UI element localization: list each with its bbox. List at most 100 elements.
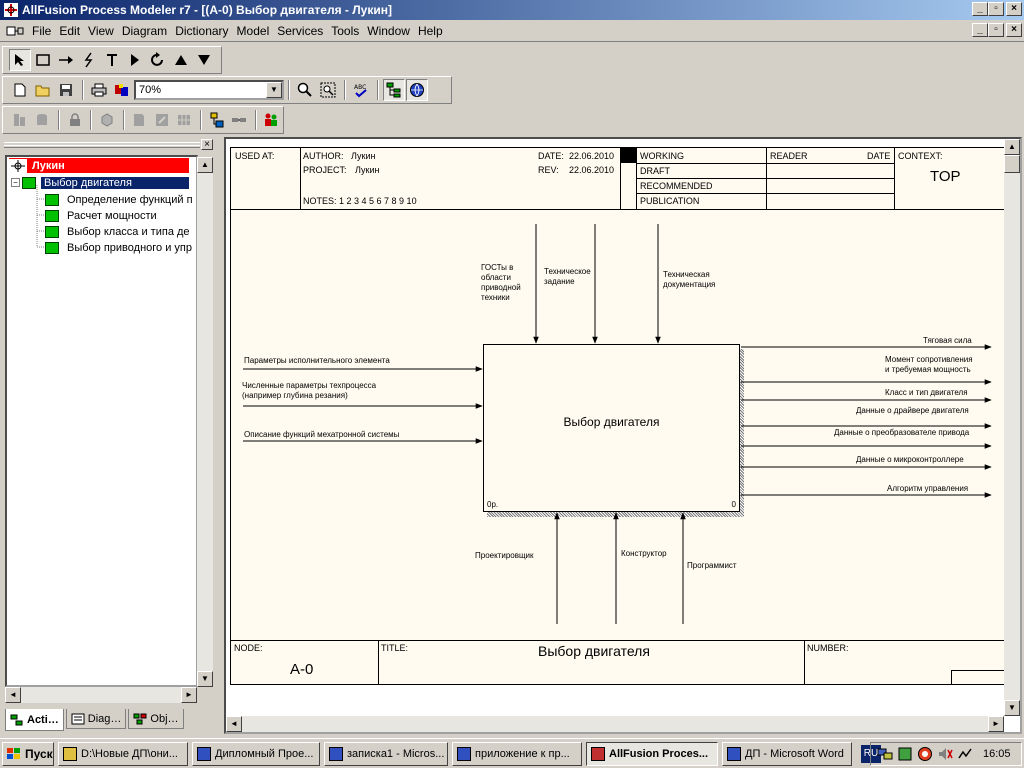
- input-label[interactable]: Численные параметры техпроцесса (наприме…: [242, 381, 376, 401]
- scroll-left-button[interactable]: ◄: [226, 716, 242, 732]
- output-label[interactable]: Момент сопротивления и требуемая мощност…: [885, 355, 973, 375]
- tree-item-child[interactable]: Выбор приводного и упр: [45, 240, 195, 255]
- menu-dictionary[interactable]: Dictionary: [171, 24, 232, 38]
- output-label[interactable]: Класс и тип двигателя: [885, 388, 968, 398]
- link-button[interactable]: [228, 109, 249, 131]
- taskbar-task[interactable]: AllFusion Proces...: [586, 742, 718, 766]
- tree-item-child[interactable]: Определение функций п: [45, 192, 196, 207]
- history-button[interactable]: [151, 109, 172, 131]
- speaker-icon[interactable]: [957, 746, 973, 762]
- taskbar-task[interactable]: приложение к пр...: [452, 742, 582, 766]
- control-label[interactable]: ГОСТы в области приводной техники: [481, 263, 521, 303]
- menu-window[interactable]: Window: [363, 24, 414, 38]
- scroll-thumb[interactable]: [1004, 155, 1020, 173]
- scroll-up-button[interactable]: ▲: [1004, 139, 1020, 155]
- report-icon: [134, 114, 145, 126]
- go-down-button[interactable]: [193, 49, 215, 71]
- network-icon[interactable]: [877, 746, 893, 762]
- menu-model[interactable]: Model: [233, 24, 274, 38]
- mdi-minimize-button[interactable]: _: [972, 23, 988, 37]
- zoom-button[interactable]: [294, 79, 316, 101]
- close-button[interactable]: ×: [1006, 2, 1022, 16]
- mechanism-label[interactable]: Программист: [687, 561, 737, 571]
- mechanism-label[interactable]: Проектировщик: [475, 551, 534, 561]
- model-explorer-button[interactable]: [383, 79, 405, 101]
- squiggle-tool-button[interactable]: [78, 49, 100, 71]
- diagram-canvas[interactable]: USED AT: AUTHOR: Лукин PROJECT: Лукин DA…: [226, 139, 1004, 716]
- check-out-button[interactable]: [31, 109, 52, 131]
- undo-button[interactable]: [147, 49, 169, 71]
- input-label[interactable]: Описание функций мехатронной системы: [244, 430, 399, 440]
- output-label[interactable]: Тяговая сила: [923, 336, 972, 346]
- mdi-restore-button[interactable]: ▫: [988, 23, 1004, 37]
- scroll-down-button[interactable]: ▼: [197, 671, 213, 687]
- minimize-button[interactable]: _: [972, 2, 988, 16]
- menu-help[interactable]: Help: [414, 24, 447, 38]
- control-label[interactable]: Техническая документация: [663, 270, 715, 290]
- menu-diagram[interactable]: Diagram: [118, 24, 171, 38]
- tab-diagrams[interactable]: Diag…: [65, 709, 127, 729]
- check-in-button[interactable]: [9, 109, 30, 131]
- go-to-child-button[interactable]: [124, 49, 146, 71]
- model-mart-button[interactable]: [406, 79, 428, 101]
- tray-app-icon[interactable]: [897, 746, 913, 762]
- grid-button[interactable]: [173, 109, 194, 131]
- zoom-fit-button[interactable]: [317, 79, 339, 101]
- antivirus-icon[interactable]: [917, 746, 933, 762]
- output-label[interactable]: Данные о микроконтроллере: [856, 455, 964, 465]
- scroll-right-button[interactable]: ►: [988, 716, 1004, 732]
- activity-box-tool-button[interactable]: [32, 49, 54, 71]
- zoom-select[interactable]: 70% ▼: [134, 80, 284, 100]
- go-to-parent-button[interactable]: [170, 49, 192, 71]
- control-label[interactable]: Техническое задание: [544, 267, 591, 287]
- spell-check-icon: ABC: [354, 84, 367, 98]
- user-roles-button[interactable]: [261, 109, 282, 131]
- scroll-left-button[interactable]: ◄: [5, 687, 21, 703]
- layout-button[interactable]: [206, 109, 227, 131]
- volume-icon[interactable]: [937, 746, 953, 762]
- diagram-vertical-scrollbar[interactable]: ▲ ▼: [1004, 139, 1020, 716]
- menu-view[interactable]: View: [84, 24, 118, 38]
- menu-edit[interactable]: Edit: [55, 24, 84, 38]
- output-label[interactable]: Данные о драйвере двигателя: [856, 406, 969, 416]
- color-button[interactable]: [111, 79, 133, 101]
- chevron-down-icon[interactable]: ▼: [266, 82, 282, 98]
- taskbar-task[interactable]: ДП - Microsoft Word: [722, 742, 852, 766]
- spell-check-button[interactable]: ABC: [350, 79, 372, 101]
- tree-item-child[interactable]: Выбор класса и типа де: [45, 224, 193, 239]
- output-label[interactable]: Данные о преобразователе привода: [834, 428, 969, 438]
- tab-objects[interactable]: Obj…: [128, 709, 184, 729]
- save-button[interactable]: [55, 79, 77, 101]
- menu-tools[interactable]: Tools: [327, 24, 363, 38]
- menu-file[interactable]: File: [28, 24, 55, 38]
- print-button[interactable]: [88, 79, 110, 101]
- scroll-up-button[interactable]: ▲: [197, 157, 213, 173]
- open-button[interactable]: [32, 79, 54, 101]
- taskbar-task[interactable]: записка1 - Micros...: [324, 742, 448, 766]
- lock-button[interactable]: [64, 109, 85, 131]
- diagram-horizontal-scrollbar[interactable]: ◄ ►: [226, 716, 1004, 732]
- report-button[interactable]: [129, 109, 150, 131]
- start-button[interactable]: Пуск: [2, 742, 54, 766]
- arrow-tool-button[interactable]: [55, 49, 77, 71]
- input-label[interactable]: Параметры исполнительного элемента: [244, 356, 390, 366]
- output-label[interactable]: Алгоритм управления: [887, 484, 968, 494]
- clock[interactable]: 16:05: [983, 748, 1011, 760]
- scroll-right-button[interactable]: ►: [181, 687, 197, 703]
- text-tool-button[interactable]: [101, 49, 123, 71]
- taskbar-task[interactable]: D:\Новые ДП\они...: [58, 742, 188, 766]
- taskbar-task[interactable]: Дипломный Прое...: [192, 742, 320, 766]
- maximize-button[interactable]: ▫: [988, 2, 1004, 16]
- tree-vertical-scrollbar[interactable]: ▲ ▼: [197, 157, 213, 687]
- document-icon[interactable]: [6, 23, 24, 39]
- merge-button[interactable]: [96, 109, 117, 131]
- scroll-down-button[interactable]: ▼: [1004, 700, 1020, 716]
- panel-close-button[interactable]: ×: [201, 139, 213, 150]
- mdi-close-button[interactable]: ×: [1006, 23, 1022, 37]
- pointer-tool-button[interactable]: [9, 49, 31, 71]
- mechanism-label[interactable]: Конструктор: [621, 549, 667, 559]
- tree-horizontal-scrollbar[interactable]: ◄ ►: [5, 687, 197, 703]
- new-button[interactable]: [9, 79, 31, 101]
- tab-activities[interactable]: Acti…: [5, 709, 64, 731]
- menu-services[interactable]: Services: [273, 24, 327, 38]
